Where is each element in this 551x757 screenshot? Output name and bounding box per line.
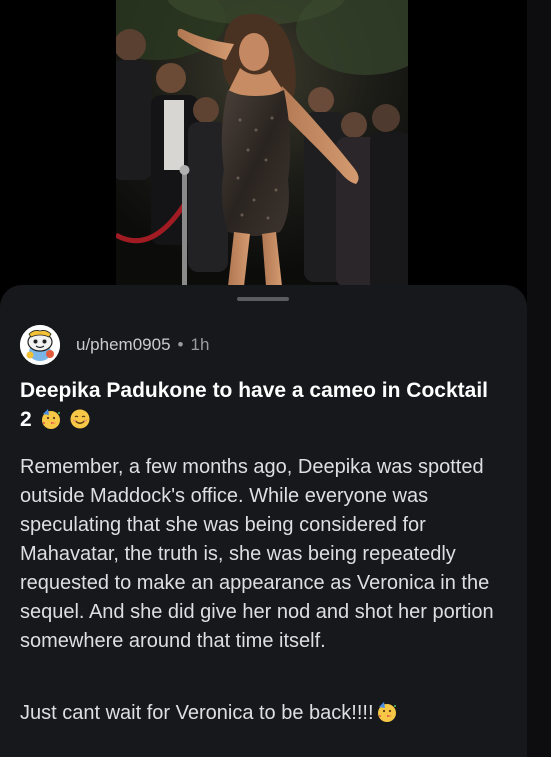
post-username[interactable]: u/phem0905 <box>76 335 171 355</box>
drag-handle[interactable] <box>237 297 289 301</box>
post-sheet: u/phem0905 • 1h Deepika Padukone to have… <box>0 285 527 757</box>
meta-separator: • <box>177 335 184 354</box>
user-avatar[interactable] <box>20 325 60 365</box>
partying-face-icon <box>41 409 60 429</box>
partying-face-icon <box>377 702 396 722</box>
post-closing-text: Just cant wait for Veronica to be back!!… <box>20 702 374 724</box>
side-strip <box>527 0 551 757</box>
post-image[interactable] <box>116 0 408 286</box>
screen: u/phem0905 • 1h Deepika Padukone to have… <box>0 0 551 757</box>
post-body: Remember, a few months ago, Deepika was … <box>20 456 494 652</box>
post-header: u/phem0905 • 1h <box>20 325 209 365</box>
avatar-snoo-icon <box>20 325 60 365</box>
smiling-face-icon <box>70 409 90 429</box>
post-title[interactable]: Deepika Padukone to have a cameo in Cock… <box>20 376 490 434</box>
post-closing-line: Just cant wait for Veronica to be back!!… <box>20 699 512 728</box>
post-image-graphic <box>116 0 408 286</box>
post-age: 1h <box>190 335 210 354</box>
